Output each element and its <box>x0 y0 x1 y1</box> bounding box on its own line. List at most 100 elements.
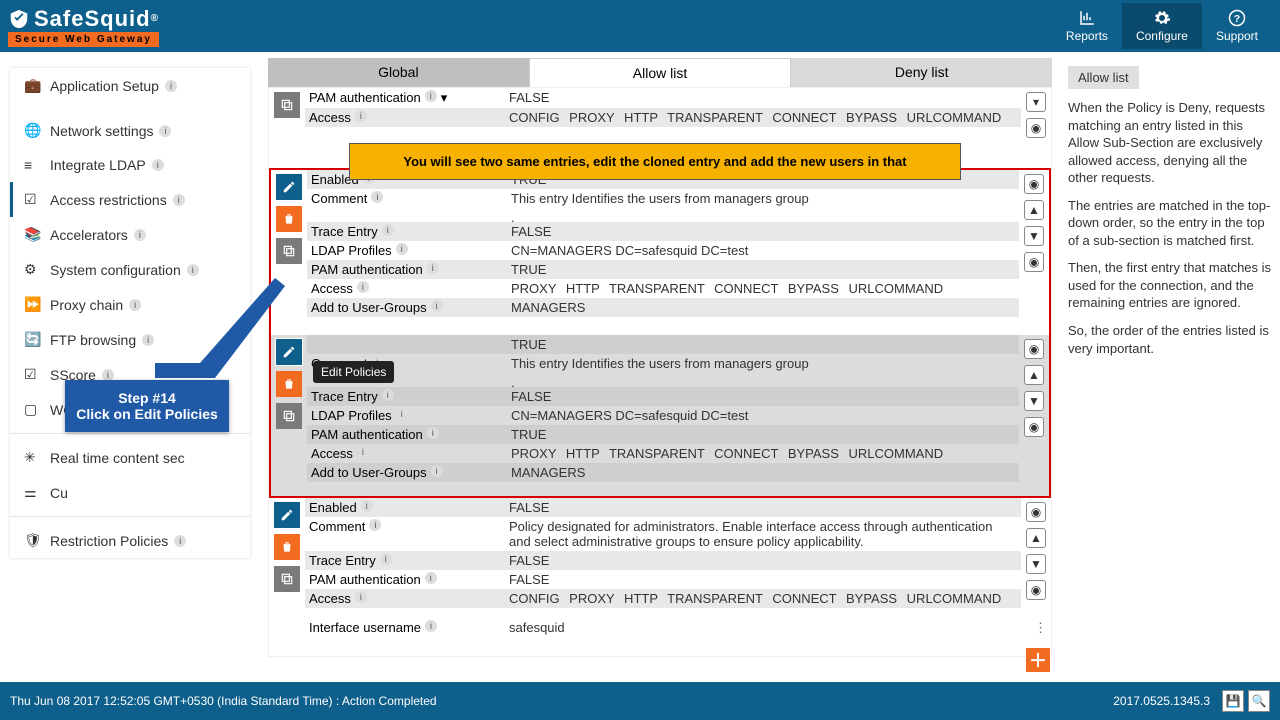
move-down-button[interactable]: ▼ <box>1026 554 1046 574</box>
info-icon[interactable]: i <box>427 427 439 439</box>
policy-entry: EnablediFALSE CommentiPolicy designated … <box>269 498 1051 637</box>
field-value: PROXY HTTP TRANSPARENT CONNECT BYPASS UR… <box>511 281 1015 296</box>
field-value: safesquid <box>509 620 1017 635</box>
info-icon[interactable]: i <box>382 224 394 236</box>
support-button[interactable]: ? Support <box>1202 3 1272 49</box>
delete-button[interactable] <box>274 534 300 560</box>
info-icon[interactable]: i <box>102 369 114 381</box>
info-icon[interactable]: i <box>425 572 437 584</box>
reports-button[interactable]: Reports <box>1052 3 1122 49</box>
field-value: FALSE <box>511 224 1015 239</box>
policy-entry: PAM authenticationi▾FALSE AccessiCONFIG … <box>269 88 1051 138</box>
configure-label: Configure <box>1136 29 1188 43</box>
instruction-callout: You will see two same entries, edit the … <box>349 143 961 180</box>
move-down-button[interactable]: ▼ <box>1024 226 1044 246</box>
field-label: Comment <box>311 191 367 206</box>
search-button[interactable]: 🔍 <box>1248 690 1270 712</box>
target-button[interactable]: ◉ <box>1026 580 1046 600</box>
tab-deny-list[interactable]: Deny list <box>791 58 1052 87</box>
target-button[interactable]: ◉ <box>1026 502 1046 522</box>
sidebar-item-accelerators[interactable]: 📚Acceleratorsi <box>10 217 250 252</box>
info-icon[interactable]: i <box>357 446 369 458</box>
target-button[interactable]: ◉ <box>1024 252 1044 272</box>
sidebar-item-application-setup[interactable]: 💼Application Setupi <box>10 68 250 103</box>
info-icon[interactable]: i <box>427 262 439 274</box>
sidebar-item-label: Access restrictions <box>50 192 167 208</box>
move-up-button[interactable]: ▲ <box>1026 528 1046 548</box>
target-button[interactable]: ◉ <box>1024 339 1044 359</box>
info-icon[interactable]: i <box>142 334 154 346</box>
gears-icon <box>1153 9 1171 27</box>
field-label: Comment <box>309 519 365 534</box>
target-button[interactable]: ◉ <box>1026 118 1046 138</box>
sidebar-item-label: Proxy chain <box>50 297 123 313</box>
sidebar-item-restriction-policies[interactable]: 🛡Restriction Policiesi <box>10 523 250 558</box>
info-icon[interactable]: i <box>431 465 443 477</box>
clone-button[interactable] <box>276 403 302 429</box>
field-value: MANAGERS <box>511 300 1015 315</box>
sidebar-item-network-settings[interactable]: 🌐Network settingsi <box>10 113 250 148</box>
configure-button[interactable]: Configure <box>1122 3 1202 49</box>
field-label: Access <box>311 446 353 461</box>
clone-button[interactable] <box>276 238 302 264</box>
sidebar-item-label: Cu <box>50 485 68 501</box>
info-icon[interactable]: i <box>355 591 367 603</box>
move-up-button[interactable]: ▲ <box>1024 365 1044 385</box>
delete-button[interactable] <box>276 206 302 232</box>
info-icon[interactable]: i <box>187 264 199 276</box>
help-paragraph: When the Policy is Deny, requests matchi… <box>1068 99 1274 187</box>
field-value: CN=MANAGERS DC=safesquid DC=test <box>511 408 1015 423</box>
info-icon[interactable]: i <box>173 194 185 206</box>
info-icon[interactable]: i <box>425 90 437 102</box>
info-icon[interactable]: i <box>159 125 171 137</box>
sidebar-item-cu[interactable]: ⚌Cu <box>10 475 250 510</box>
info-icon[interactable]: i <box>369 519 381 531</box>
target-button[interactable]: ◉ <box>1024 417 1044 437</box>
chart-icon <box>1078 9 1096 27</box>
add-entry-button[interactable]: ＋ <box>1026 648 1050 672</box>
info-icon[interactable]: i <box>371 191 383 203</box>
target-button[interactable]: ◉ <box>1024 174 1044 194</box>
info-icon[interactable]: i <box>382 389 394 401</box>
save-button[interactable]: 💾 <box>1222 690 1244 712</box>
highlighted-entries: EnablediTRUE CommentiThis entry Identifi… <box>269 168 1051 498</box>
field-value: FALSE <box>509 90 1017 106</box>
info-icon[interactable]: i <box>129 299 141 311</box>
info-icon[interactable]: i <box>431 300 443 312</box>
field-value: PROXY HTTP TRANSPARENT CONNECT BYPASS UR… <box>511 446 1015 461</box>
move-up-button[interactable]: ▲ <box>1024 200 1044 220</box>
edit-button[interactable] <box>274 502 300 528</box>
info-icon[interactable]: i <box>134 229 146 241</box>
sidebar-item-label: Integrate LDAP <box>50 157 146 173</box>
info-icon[interactable]: i <box>165 80 177 92</box>
move-down-button[interactable]: ▼ <box>1024 391 1044 411</box>
more-icon[interactable]: ⋮ <box>1034 620 1047 636</box>
sidebar-item-integrate-ldap[interactable]: ≡Integrate LDAPi <box>10 148 250 182</box>
support-label: Support <box>1216 29 1258 43</box>
info-icon[interactable]: i <box>152 159 164 171</box>
info-icon[interactable]: i <box>425 620 437 632</box>
version-text: 2017.0525.1345.3 <box>1113 694 1210 708</box>
collapse-button[interactable]: ▾ <box>1026 92 1046 112</box>
brand-name: SafeSquid <box>34 6 151 32</box>
field-label: PAM authentication <box>311 262 423 277</box>
tab-global[interactable]: Global <box>268 58 529 87</box>
info-icon[interactable]: i <box>355 110 367 122</box>
sidebar-item-label: System configuration <box>50 262 181 278</box>
tab-allow-list[interactable]: Allow list <box>529 58 792 87</box>
sidebar-item-realtime-content[interactable]: ✳Real time content sec <box>10 440 250 475</box>
info-icon[interactable]: i <box>361 500 373 512</box>
info-icon[interactable]: i <box>396 408 408 420</box>
info-icon[interactable]: i <box>357 281 369 293</box>
field-label: Interface username <box>309 620 421 635</box>
info-icon[interactable]: i <box>396 243 408 255</box>
info-icon[interactable]: i <box>174 535 186 547</box>
status-text: Thu Jun 08 2017 12:52:05 GMT+0530 (India… <box>10 694 437 708</box>
edit-button[interactable] <box>276 174 302 200</box>
info-icon[interactable]: i <box>380 553 392 565</box>
clone-button[interactable] <box>274 92 300 118</box>
sidebar-item-access-restrictions[interactable]: ☑Access restrictionsi <box>10 182 250 217</box>
clone-button[interactable] <box>274 566 300 592</box>
step-text: Click on Edit Policies <box>71 406 223 422</box>
help-title: Allow list <box>1068 66 1139 89</box>
